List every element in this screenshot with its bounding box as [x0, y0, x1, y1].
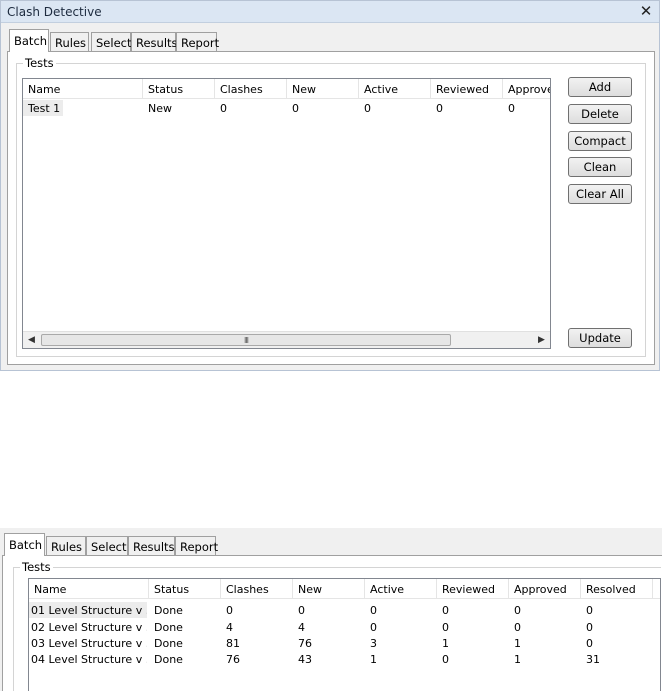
column-header-reviewed[interactable]: Reviewed — [437, 579, 509, 599]
table-row[interactable]: 02 Level Structure v ... Done 4 4 0 0 0 … — [29, 619, 660, 635]
clash-detective-window: Clash Detective ✕ Batch Rules Select Res… — [0, 0, 660, 371]
column-header-clashes[interactable]: Clashes — [215, 79, 287, 99]
table-row[interactable]: 03 Level Structure v ... Done 81 76 3 1 … — [29, 635, 660, 651]
cell-clashes: 4 — [226, 621, 233, 634]
tab-report[interactable]: Report — [176, 32, 219, 52]
cell-approved: 0 — [514, 604, 521, 617]
column-header-new[interactable]: New — [293, 579, 365, 599]
cell-active: 0 — [370, 604, 377, 617]
compact-button[interactable]: Compact — [568, 131, 632, 151]
cell-approved: 1 — [514, 637, 521, 650]
tests-group-2: Tests Name Status Clashes New Active Rev… — [13, 560, 661, 691]
table-row[interactable]: 04 Level Structure v ... Done 76 43 1 0 … — [29, 651, 660, 667]
list-header: Name Status Clashes New Active Reviewed … — [23, 79, 550, 99]
scroll-right-icon[interactable]: ▶ — [533, 332, 550, 348]
cell-resolved: 0 — [586, 604, 593, 617]
cell-name: 04 Level Structure v ... — [31, 653, 147, 666]
column-header-status[interactable]: Status — [149, 579, 221, 599]
column-header-name[interactable]: Name — [29, 579, 149, 599]
cell-resolved: 31 — [586, 653, 600, 666]
tab-select[interactable]: Select — [86, 536, 128, 556]
cell-active: 0 — [370, 621, 377, 634]
table-row[interactable]: Test 1 New 0 0 0 0 0 — [23, 100, 550, 116]
horizontal-scrollbar[interactable]: ◀ III ▶ — [23, 331, 550, 348]
tests-list[interactable]: Name Status Clashes New Active Reviewed … — [22, 78, 551, 349]
cell-clashes: 76 — [226, 653, 240, 666]
column-header-clashes[interactable]: Clashes — [221, 579, 293, 599]
cell-status: New — [148, 102, 172, 115]
cell-resolved: 0 — [586, 621, 593, 634]
close-icon[interactable]: ✕ — [639, 3, 653, 19]
column-header-active[interactable]: Active — [365, 579, 437, 599]
tab-strip-2: Batch Rules Select Results Report — [4, 533, 219, 556]
scrollbar-grip: III — [243, 336, 249, 345]
list-header: Name Status Clashes New Active Reviewed … — [29, 579, 660, 599]
column-header-approved[interactable]: Approved — [509, 579, 581, 599]
cell-new: 4 — [298, 621, 305, 634]
cell-reviewed: 0 — [436, 102, 443, 115]
cell-resolved: 0 — [586, 637, 593, 650]
cell-active: 1 — [370, 653, 377, 666]
update-button[interactable]: Update — [568, 328, 632, 348]
column-header-name[interactable]: Name — [23, 79, 143, 99]
tab-report[interactable]: Report — [175, 536, 218, 556]
cell-clashes: 0 — [226, 604, 233, 617]
cell-name: 03 Level Structure v ... — [31, 637, 147, 650]
cell-approved: 0 — [508, 102, 515, 115]
clash-detective-window-results: Batch Rules Select Results Report Tests … — [0, 528, 662, 691]
tab-select[interactable]: Select — [91, 32, 131, 52]
cell-name: 01 Level Structure v ... — [29, 602, 147, 618]
column-header-reviewed[interactable]: Reviewed — [431, 79, 503, 99]
cell-name: Test 1 — [23, 100, 63, 116]
add-button[interactable]: Add — [568, 77, 632, 97]
cell-clashes: 0 — [220, 102, 227, 115]
cell-name: 02 Level Structure v ... — [31, 621, 147, 634]
clear-all-button[interactable]: Clear All — [568, 184, 632, 204]
column-header-new[interactable]: New — [287, 79, 359, 99]
cell-status: Done — [154, 604, 183, 617]
tab-rules[interactable]: Rules — [50, 32, 89, 52]
cell-status: Done — [154, 653, 183, 666]
tab-batch[interactable]: Batch — [4, 533, 45, 556]
tab-batch[interactable]: Batch — [9, 29, 49, 52]
clean-button[interactable]: Clean — [568, 157, 632, 177]
tests-group: Tests Name Status Clashes New Active Rev… — [16, 56, 646, 357]
cell-new: 0 — [298, 604, 305, 617]
tests-group-label: Tests — [23, 56, 56, 70]
delete-button[interactable]: Delete — [568, 104, 632, 124]
column-header-approved[interactable]: Approved — [503, 79, 550, 99]
cell-reviewed: 0 — [442, 653, 449, 666]
tests-list-2[interactable]: Name Status Clashes New Active Reviewed … — [28, 578, 661, 691]
cell-new: 43 — [298, 653, 312, 666]
tests-group-label: Tests — [20, 560, 53, 574]
cell-new: 0 — [292, 102, 299, 115]
scroll-left-icon[interactable]: ◀ — [23, 332, 40, 348]
scrollbar-thumb[interactable]: III — [41, 334, 451, 346]
tab-rules[interactable]: Rules — [46, 536, 86, 556]
tab-strip: Batch Rules Select Results Report — [9, 29, 229, 52]
title-bar: Clash Detective ✕ — [1, 1, 659, 23]
cell-reviewed: 1 — [442, 637, 449, 650]
batch-tab-panel-2: Tests Name Status Clashes New Active Rev… — [2, 555, 662, 691]
cell-new: 76 — [298, 637, 312, 650]
tab-results[interactable]: Results — [128, 536, 175, 556]
column-header-active[interactable]: Active — [359, 79, 431, 99]
cell-active: 0 — [364, 102, 371, 115]
table-row[interactable]: 01 Level Structure v ... Done 0 0 0 0 0 … — [29, 602, 660, 618]
cell-status: Done — [154, 637, 183, 650]
cell-status: Done — [154, 621, 183, 634]
cell-clashes: 81 — [226, 637, 240, 650]
cell-active: 3 — [370, 637, 377, 650]
cell-approved: 1 — [514, 653, 521, 666]
cell-reviewed: 0 — [442, 604, 449, 617]
column-header-status[interactable]: Status — [143, 79, 215, 99]
cell-approved: 0 — [514, 621, 521, 634]
window-title: Clash Detective — [7, 5, 102, 19]
column-header-resolved[interactable]: Resolved — [581, 579, 653, 599]
cell-reviewed: 0 — [442, 621, 449, 634]
tab-results[interactable]: Results — [131, 32, 178, 52]
batch-tab-panel: Tests Name Status Clashes New Active Rev… — [7, 51, 655, 365]
